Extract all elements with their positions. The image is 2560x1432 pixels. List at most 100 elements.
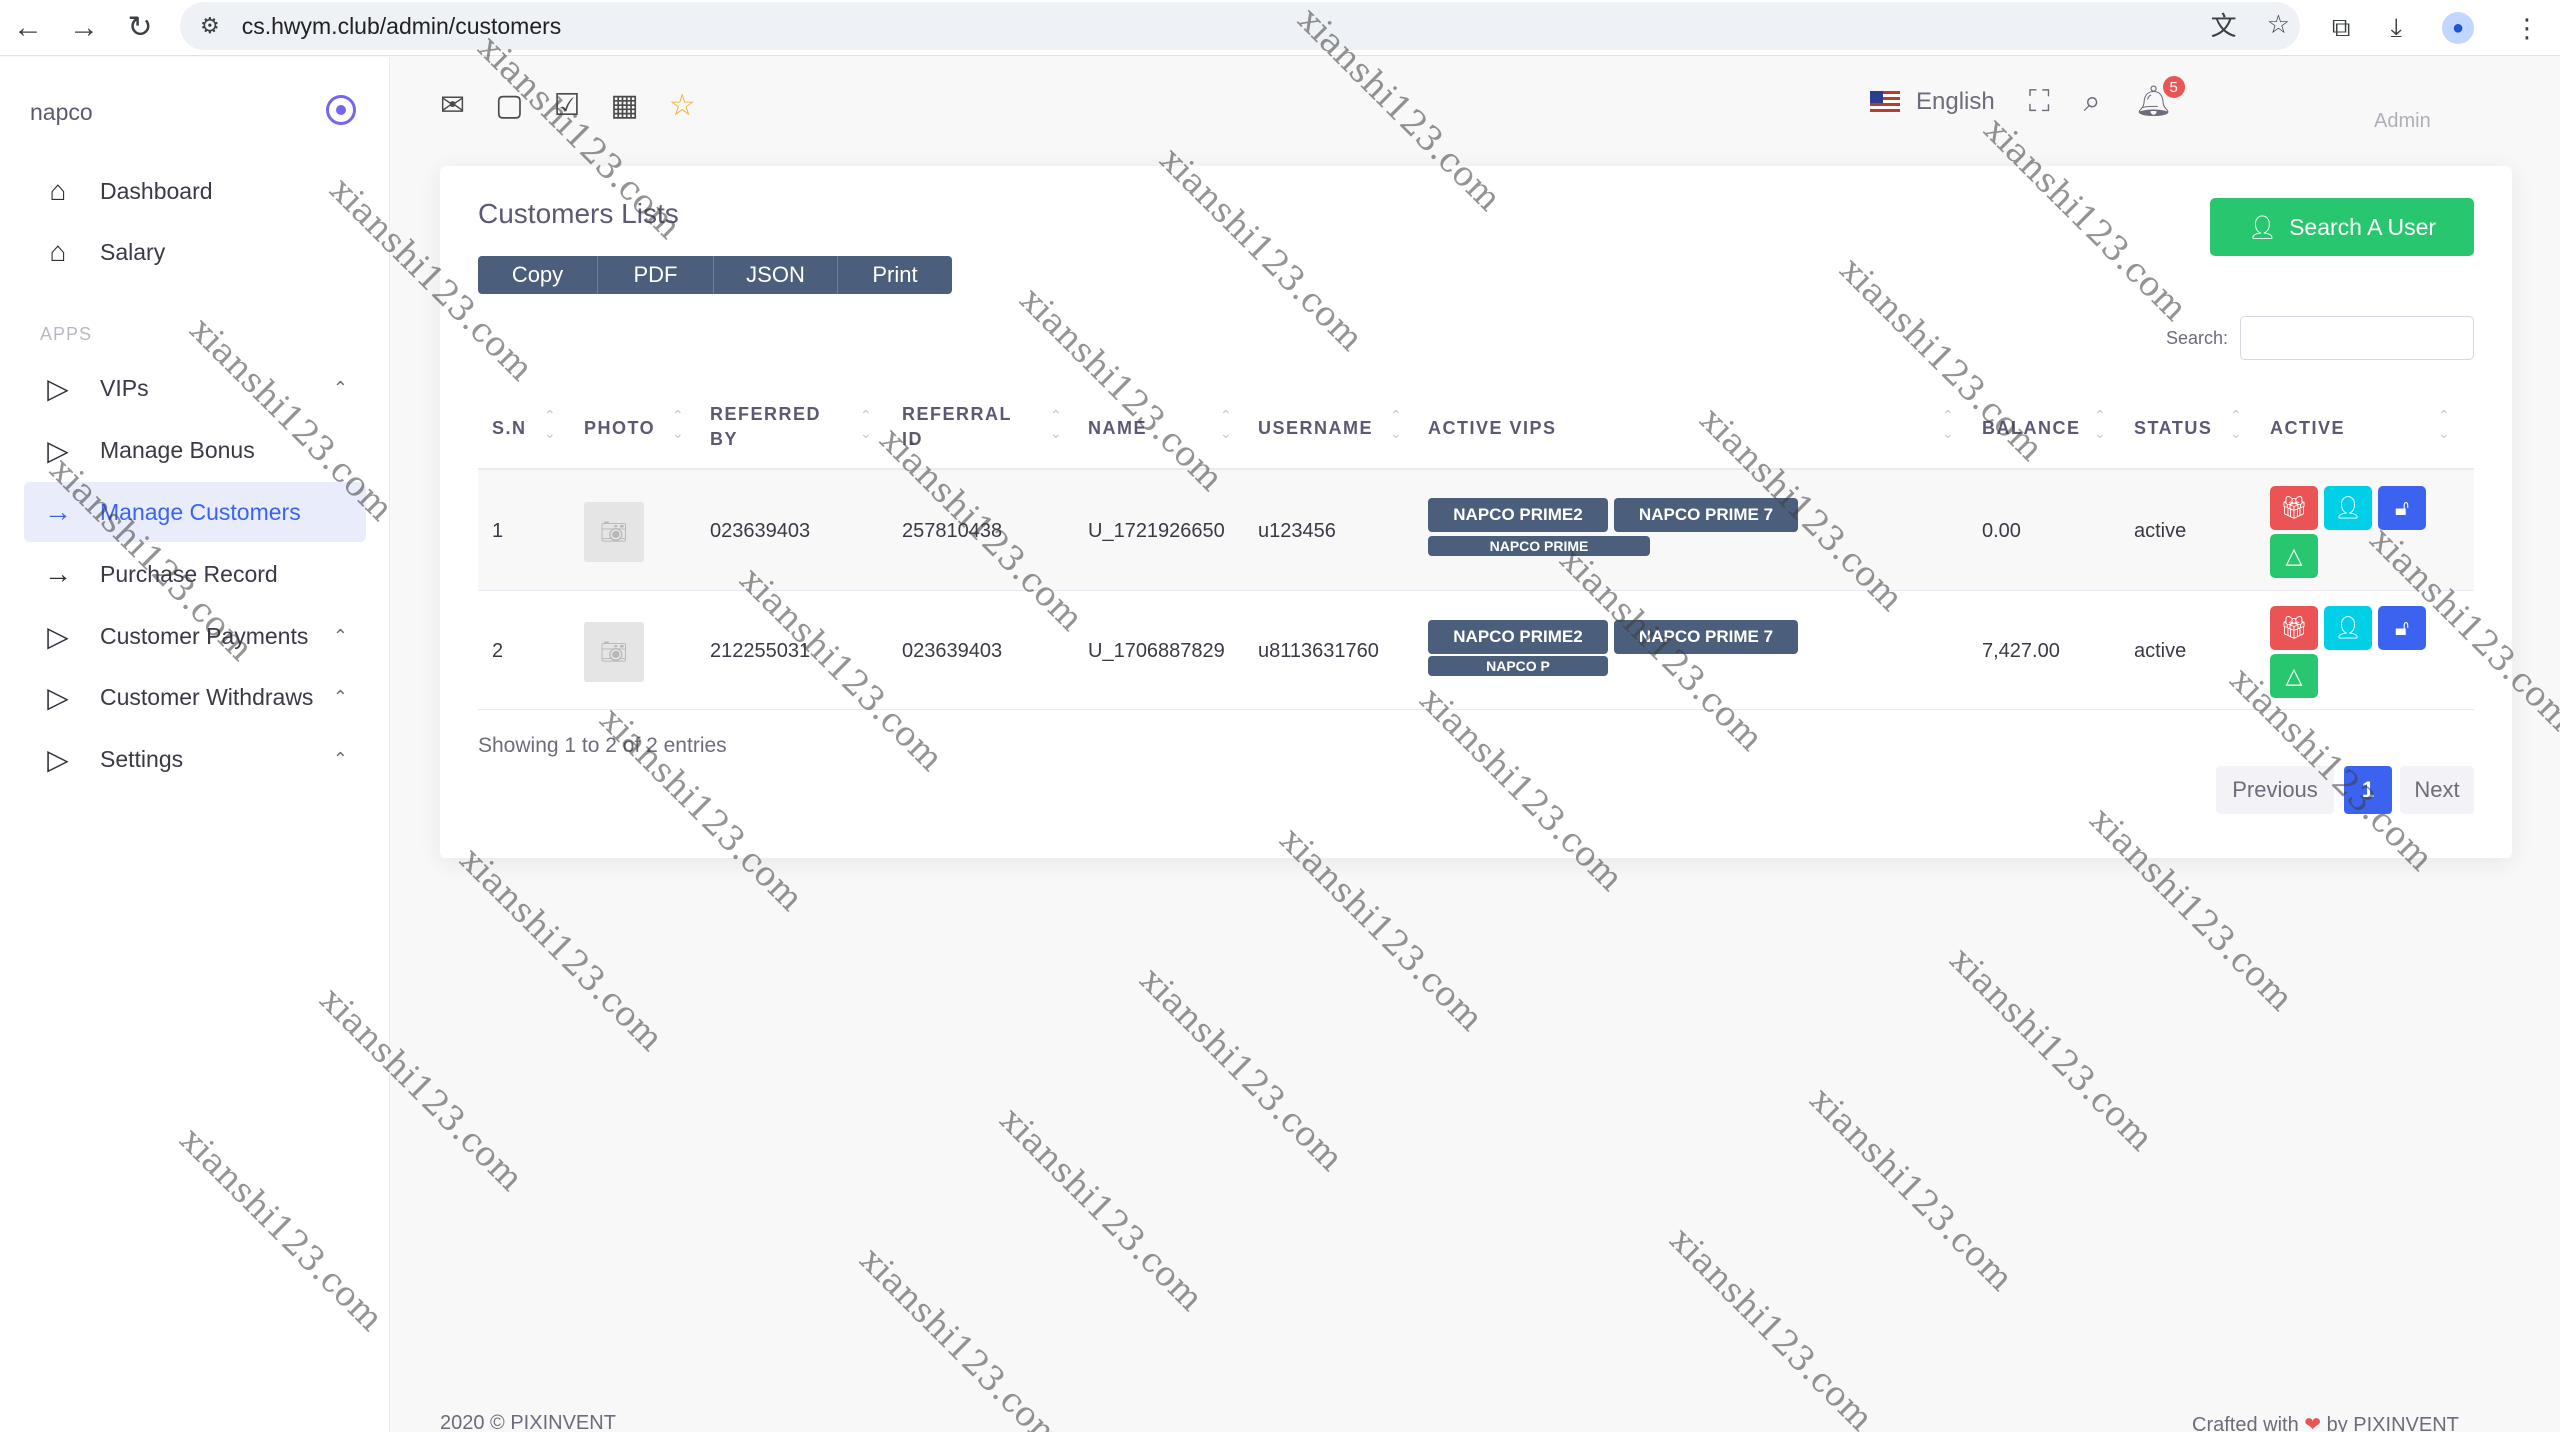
forward-icon[interactable]: → [56, 0, 112, 56]
sort-icon[interactable]: ⌃ ⌄ [544, 406, 556, 442]
translate-icon[interactable]: 文 [2211, 6, 2237, 43]
gift-icon: 🎁︎ [2280, 615, 2308, 640]
sidebar-toggle-icon[interactable] [326, 95, 356, 125]
sidebar-item-dashboard[interactable]: ⌂ Dashboard [24, 161, 366, 221]
alert-button[interactable]: △ [2270, 654, 2318, 698]
column-header-referred-by[interactable]: REFERRED BY [710, 402, 830, 452]
home-icon: ⌂ [49, 236, 67, 267]
download-icon[interactable]: ⤓ [2391, 12, 2403, 44]
gift-button[interactable]: 🎁︎ [2270, 606, 2318, 650]
address-bar[interactable]: ⚙ cs.hwym.club/admin/customers [180, 2, 2300, 50]
sort-icon[interactable]: ⌃ ⌄ [1390, 406, 1402, 442]
print-button[interactable]: Print [838, 256, 952, 294]
pagination-previous[interactable]: Previous [2216, 766, 2334, 814]
sidebar-item-label: Purchase Record [100, 560, 278, 587]
column-header-name[interactable]: NAME [1088, 416, 1147, 441]
chevron-up-icon: ⌃ [332, 686, 348, 707]
mail-icon[interactable]: ✉ [440, 88, 465, 123]
user-name[interactable]: Admin [2374, 110, 2431, 133]
extensions-icon[interactable]: ⧉ [2332, 12, 2351, 44]
search-input[interactable] [2240, 316, 2474, 360]
back-icon[interactable]: ← [0, 0, 56, 56]
column-header-active[interactable]: ACTIVE [2270, 416, 2345, 441]
user-profile-button[interactable]: 👤︎ [2324, 606, 2372, 650]
watermark: xianshi123.com [1131, 960, 1351, 1180]
pagination-next[interactable]: Next [2400, 766, 2474, 814]
cell-balance: 7,427.00 [1982, 640, 2060, 662]
column-header-status[interactable]: STATUS [2134, 416, 2212, 441]
gift-button[interactable]: 🎁︎ [2270, 486, 2318, 530]
menu-dots-icon[interactable]: ⋮ [2514, 13, 2540, 44]
sort-icon[interactable]: ⌃ ⌄ [1050, 406, 1062, 442]
reload-icon[interactable]: ↻ [112, 0, 168, 56]
calendar-icon[interactable]: ▦ [610, 88, 638, 123]
pdf-button[interactable]: PDF [598, 256, 714, 294]
column-header-sn[interactable]: S.N [492, 416, 527, 441]
sidebar-item-manage-bonus[interactable]: ▷ Manage Bonus [24, 420, 366, 480]
fullscreen-icon[interactable]: ⛶ [2029, 85, 2050, 119]
alert-button[interactable]: △ [2270, 534, 2318, 578]
sidebar-item-salary[interactable]: ⌂ Salary [24, 222, 366, 282]
export-button-group: Copy PDF JSON Print [478, 256, 952, 294]
play-icon: ▷ [47, 743, 69, 775]
copy-button[interactable]: Copy [478, 256, 598, 294]
pagination-page-1[interactable]: 1 [2344, 766, 2392, 814]
url-text[interactable]: cs.hwym.club/admin/customers [242, 13, 562, 40]
sidebar-item-vips[interactable]: ▷ VIPs ⌃ [24, 358, 366, 418]
chat-icon[interactable]: ▢ [495, 88, 523, 123]
search-icon[interactable]: ⌕ [2084, 85, 2101, 119]
star-icon[interactable]: ☆ [669, 88, 696, 123]
sort-icon[interactable]: ⌃ ⌄ [1220, 406, 1232, 442]
chevron-up-icon: ⌃ [332, 377, 348, 398]
watermark: xianshi123.com [1801, 1080, 2021, 1300]
sidebar-item-customer-payments[interactable]: ▷ Customer Payments ⌃ [24, 606, 366, 666]
topbar-right: English ⛶ ⌕ 🔔︎ 5 [1870, 76, 2185, 119]
column-header-balance[interactable]: BALANCE [1982, 416, 2081, 441]
sidebar-item-customer-withdraws[interactable]: ▷ Customer Withdraws ⌃ [24, 667, 366, 727]
vip-badge: NAPCO PRIME2 [1428, 498, 1608, 532]
column-header-username[interactable]: USERNAME [1258, 416, 1373, 441]
cell-username: u8113631760 [1258, 640, 1379, 662]
bookmark-star-icon[interactable]: ☆ [2267, 9, 2290, 40]
search-a-user-label: Search A User [2289, 213, 2437, 240]
search-a-user-button[interactable]: 👤︎ Search A User [2210, 198, 2474, 256]
sort-icon[interactable]: ⌃ ⌄ [672, 406, 684, 442]
chevron-up-icon: ⌃ [332, 748, 348, 769]
camera-icon: 📷︎ [584, 502, 644, 562]
unlock-button[interactable]: 🔓︎ [2378, 606, 2426, 650]
sidebar-item-manage-customers[interactable]: → Manage Customers [24, 482, 366, 542]
sort-icon[interactable]: ⌃ ⌄ [2438, 406, 2450, 442]
column-header-referral-id[interactable]: REFERRAL ID [902, 402, 1022, 452]
us-flag-icon [1870, 90, 1900, 113]
sort-icon[interactable]: ⌃ ⌄ [2230, 406, 2242, 442]
sidebar: napco ⌂ Dashboard ⌂ Salary APPS ▷ VIPs ⌃… [0, 57, 390, 1432]
brand-name[interactable]: napco [30, 99, 93, 126]
vip-badge: NAPCO PRIME2 [1428, 620, 1608, 654]
cell-balance: 0.00 [1982, 520, 2021, 542]
profile-icon[interactable]: ● [2442, 12, 2474, 44]
sidebar-item-settings[interactable]: ▷ Settings ⌃ [24, 729, 366, 789]
watermark: xianshi123.com [851, 1240, 1071, 1432]
section-label-apps: APPS [40, 324, 93, 344]
sort-icon[interactable]: ⌃ ⌄ [1942, 406, 1954, 442]
language-dropdown[interactable]: English [1870, 88, 1995, 116]
column-header-active-vips[interactable]: ACTIVE VIPS [1428, 416, 1557, 441]
user-profile-button[interactable]: 👤︎ [2324, 486, 2372, 530]
column-header-photo[interactable]: PHOTO [584, 416, 655, 441]
vip-badge: NAPCO P [1428, 656, 1608, 676]
unlock-button[interactable]: 🔓︎ [2378, 486, 2426, 530]
arrow-right-icon: → [44, 558, 72, 589]
home-icon: ⌂ [49, 175, 67, 206]
sidebar-item-purchase-record[interactable]: → Purchase Record [24, 544, 366, 604]
cell-referred-by: 023639403 [710, 520, 811, 542]
json-button[interactable]: JSON [714, 256, 838, 294]
camera-icon: 📷︎ [584, 622, 644, 682]
watermark: xianshi123.com [451, 840, 671, 1060]
play-icon: ▷ [47, 620, 69, 652]
sort-icon[interactable]: ⌃ ⌄ [860, 406, 872, 442]
todo-check-icon[interactable]: ☑ [554, 88, 581, 123]
site-info-icon[interactable]: ⚙ [200, 13, 220, 39]
footer-credit-prefix: Crafted with [2192, 1414, 2299, 1432]
sort-icon[interactable]: ⌃ ⌄ [2094, 406, 2106, 442]
bell-icon[interactable]: 🔔︎ 5 [2135, 76, 2185, 119]
